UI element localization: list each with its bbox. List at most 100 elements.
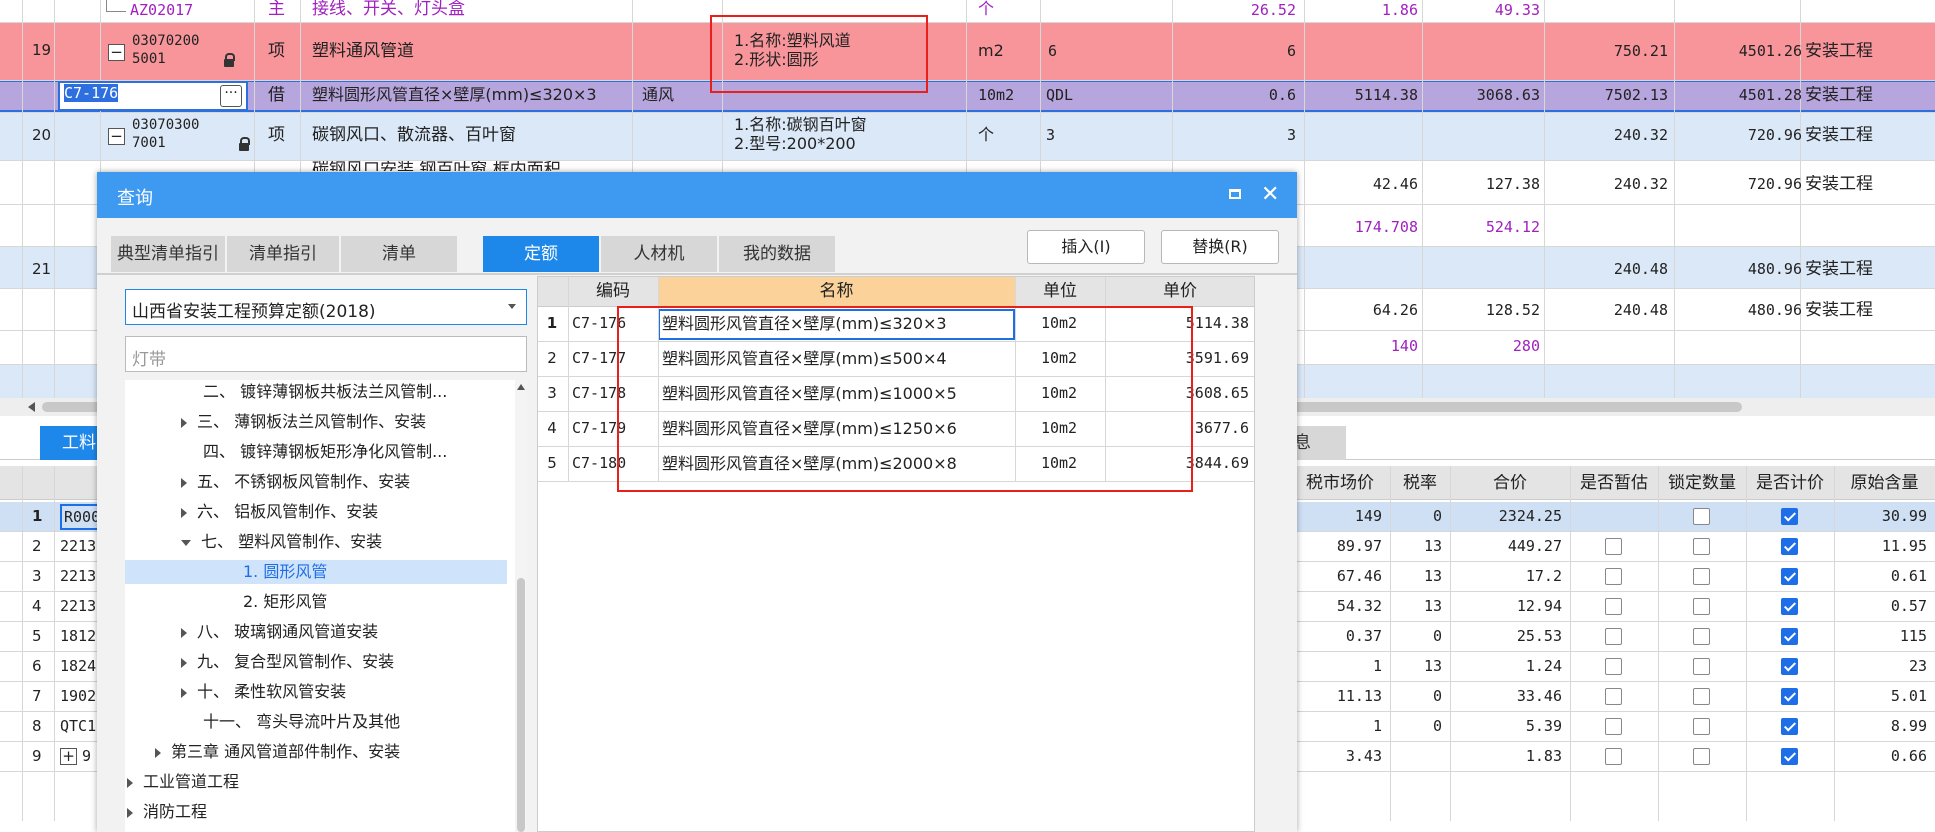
tree-node[interactable]: 消防工程 (127, 800, 207, 824)
tree-node[interactable]: 二、 镀锌薄钢板共板法兰风管制... (181, 380, 447, 404)
bottom-column-header[interactable]: 合价 (1450, 474, 1570, 494)
tab-typical-list-guide[interactable]: 典型清单指引 (111, 236, 225, 272)
lock-quantity-checkbox[interactable] (1693, 508, 1710, 525)
scroll-left-arrow[interactable] (28, 402, 35, 412)
priced-checkbox[interactable] (1781, 568, 1798, 585)
library-select[interactable]: 山西省安装工程预算定额(2018) (125, 289, 527, 325)
priced-checkbox[interactable] (1781, 688, 1798, 705)
tree-node[interactable]: 十一、 弯头导流叶片及其他 (181, 710, 400, 734)
collapsed-arrow-icon[interactable] (127, 807, 133, 818)
collapsed-arrow-icon[interactable] (181, 687, 187, 698)
results-column-header[interactable]: 编码 (568, 282, 658, 302)
lock-quantity-checkbox[interactable] (1693, 658, 1710, 675)
tree-node[interactable]: 四、 镀锌薄钢板矩形净化风管制... (181, 440, 447, 464)
lock-quantity-checkbox[interactable] (1693, 598, 1710, 615)
provisional-checkbox[interactable] (1605, 628, 1622, 645)
lock-quantity-checkbox[interactable] (1693, 748, 1710, 765)
tree-node[interactable]: 1. 圆形风管 (125, 560, 507, 584)
provisional-checkbox[interactable] (1605, 748, 1622, 765)
bottom-column-header[interactable]: 税率 (1390, 474, 1450, 494)
provisional-checkbox[interactable] (1605, 598, 1622, 615)
bottom-column-header[interactable]: 是否暂估 (1570, 474, 1658, 494)
tree-node[interactable]: 工业管道工程 (127, 770, 239, 794)
tree-node-label: 十一、 弯头导流叶片及其他 (203, 712, 401, 731)
collapsed-arrow-icon[interactable] (155, 747, 161, 758)
lock-quantity-checkbox[interactable] (1693, 568, 1710, 585)
row-number: 7 (32, 688, 42, 705)
collapse-icon[interactable]: − (108, 44, 125, 61)
results-column-header[interactable]: 单价 (1105, 282, 1255, 302)
tab-quota[interactable]: 定额 (483, 236, 599, 272)
provisional-checkbox[interactable] (1605, 688, 1622, 705)
lock-quantity-checkbox[interactable] (1693, 688, 1710, 705)
bottom-column-header[interactable]: 税市场价 (1290, 474, 1390, 494)
priced-checkbox[interactable] (1781, 538, 1798, 555)
tab-labor-material-machine[interactable]: 人材机 (601, 236, 717, 272)
original-qty-cell: 0.66 (1890, 748, 1927, 765)
grid-row-line (0, 22, 1935, 23)
priced-checkbox[interactable] (1781, 628, 1798, 645)
expanded-arrow-icon[interactable] (181, 539, 191, 546)
priced-checkbox[interactable] (1781, 598, 1798, 615)
priced-checkbox[interactable] (1781, 508, 1798, 525)
total-cell: 33.46 (1516, 688, 1562, 705)
tree-node[interactable]: 十、 柔性软风管安装 (181, 680, 346, 704)
provisional-checkbox[interactable] (1605, 718, 1622, 735)
tab-list-guide[interactable]: 清单指引 (227, 236, 339, 272)
lock-quantity-checkbox[interactable] (1693, 538, 1710, 555)
results-column-header[interactable]: 名称 (658, 282, 1015, 302)
original-qty-cell: 115 (1899, 628, 1927, 645)
bottom-column-line (1746, 466, 1747, 821)
priced-checkbox[interactable] (1781, 748, 1798, 765)
mkt-cell: 67.46 (1336, 568, 1382, 585)
close-icon[interactable]: ✕ (1261, 182, 1279, 207)
dialog-titlebar[interactable]: 查询 ✕ (97, 172, 1297, 218)
more-button[interactable]: ··· (220, 85, 242, 107)
collapsed-arrow-icon[interactable] (181, 417, 187, 428)
provisional-checkbox[interactable] (1605, 658, 1622, 675)
row-number: 3 (32, 568, 42, 585)
tree-node[interactable]: 七、 塑料风管制作、安装 (181, 530, 382, 554)
collapsed-arrow-icon[interactable] (181, 507, 187, 518)
insert-button[interactable]: 插入(I) (1027, 230, 1145, 264)
tab-my-data[interactable]: 我的数据 (719, 236, 835, 272)
results-column-header[interactable]: 单位 (1015, 282, 1105, 302)
tree-node[interactable]: 五、 不锈钢板风管制作、安装 (181, 470, 410, 494)
tab-info[interactable]: 息 (1290, 426, 1346, 460)
tree-node-label: 1. 圆形风管 (243, 562, 328, 581)
highlight-box (617, 306, 1193, 492)
grid-column-line (1304, 0, 1305, 400)
provisional-checkbox[interactable] (1605, 568, 1622, 585)
collapsed-arrow-icon[interactable] (127, 777, 133, 788)
c2-cell: 524.12 (1485, 219, 1540, 236)
replace-button[interactable]: 替换(R) (1161, 230, 1279, 264)
collapse-icon[interactable]: − (108, 128, 125, 145)
lock-quantity-checkbox[interactable] (1693, 628, 1710, 645)
tree-node[interactable]: 三、 薄钢板法兰风管制作、安装 (181, 410, 426, 434)
tree-node[interactable]: 九、 复合型风管制作、安装 (181, 650, 394, 674)
total-cell: 5.39 (1525, 718, 1562, 735)
tree-node[interactable]: 六、 铝板风管制作、安装 (181, 500, 378, 524)
provisional-checkbox[interactable] (1605, 538, 1622, 555)
maximize-icon[interactable] (1229, 189, 1241, 199)
bottom-column-header[interactable]: 是否计价 (1746, 474, 1834, 494)
bottom-column-header[interactable]: 锁定数量 (1658, 474, 1746, 494)
search-input[interactable]: 灯带 (125, 336, 527, 372)
lock-quantity-checkbox[interactable] (1693, 718, 1710, 735)
scroll-up-arrow[interactable] (517, 384, 525, 390)
tree-node[interactable]: 2. 矩形风管 (221, 590, 327, 614)
expand-icon[interactable]: + (60, 748, 77, 765)
price-cell: 750.21 (1613, 43, 1668, 60)
tab-list[interactable]: 清单 (341, 236, 457, 272)
rate-cell: 13 (1423, 568, 1442, 585)
priced-checkbox[interactable] (1781, 658, 1798, 675)
bottom-column-header[interactable]: 原始含量 (1834, 474, 1935, 494)
scrollbar-thumb[interactable] (517, 578, 525, 832)
priced-checkbox[interactable] (1781, 718, 1798, 735)
collapsed-arrow-icon[interactable] (181, 657, 187, 668)
tree-node[interactable]: 第三章 通风管道部件制作、安装 (155, 740, 400, 764)
tree-node[interactable]: 八、 玻璃钢通风管道安装 (181, 620, 378, 644)
collapsed-arrow-icon[interactable] (181, 477, 187, 488)
collapsed-arrow-icon[interactable] (181, 627, 187, 638)
tree-scrollbar[interactable] (515, 380, 527, 832)
